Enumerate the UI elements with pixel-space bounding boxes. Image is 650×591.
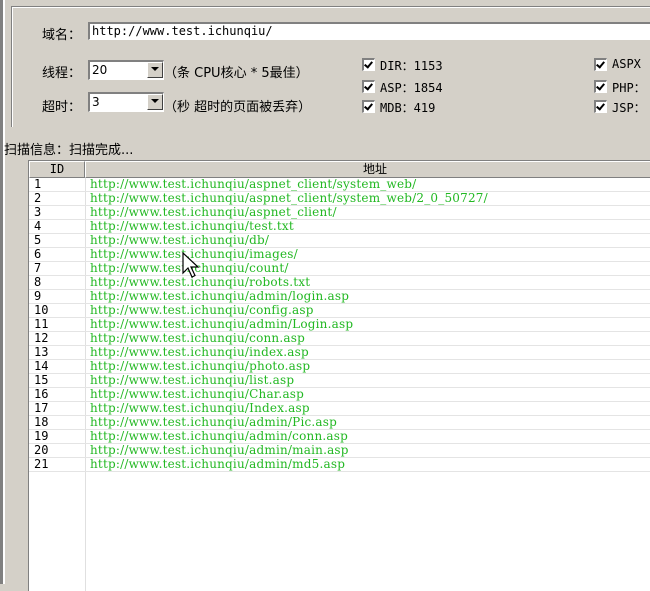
- table-row[interactable]: 14 http://www.test.ichunqiu/photo.asp: [29, 360, 650, 374]
- domain-label: 域名：: [42, 28, 82, 43]
- dict-aspx-label: ASPX: [612, 57, 641, 71]
- row-id: 16: [34, 387, 49, 401]
- table-row[interactable]: 15 http://www.test.ichunqiu/list.asp: [29, 374, 650, 388]
- row-url: http://www.test.ichunqiu/aspnet_client/s…: [90, 191, 488, 205]
- table-row[interactable]: 8 http://www.test.ichunqiu/robots.txt: [29, 276, 650, 290]
- row-id: 6: [34, 247, 42, 261]
- chevron-down-icon: [151, 99, 159, 103]
- table-row[interactable]: 6 http://www.test.ichunqiu/images/: [29, 248, 650, 262]
- table-rows: 1 http://www.test.ichunqiu/aspnet_client/…: [29, 178, 650, 472]
- dict-mdb-label: MDB：419: [380, 101, 436, 115]
- chevron-down-icon: [151, 67, 159, 71]
- row-id: 8: [34, 275, 42, 289]
- table-row[interactable]: 5 http://www.test.ichunqiu/db/: [29, 234, 650, 248]
- timeout-label: 超时：: [42, 100, 82, 115]
- threads-hint: （条 CPU核心 * 5最佳）: [164, 66, 309, 81]
- dict-php-label: PHP：: [612, 81, 646, 95]
- dict-mdb-checkbox[interactable]: [362, 100, 375, 113]
- table-row[interactable]: 10 http://www.test.ichunqiu/config.asp: [29, 304, 650, 318]
- row-url: http://www.test.ichunqiu/Index.asp: [90, 401, 310, 415]
- column-header-id[interactable]: ID: [29, 161, 85, 178]
- table-row[interactable]: 4 http://www.test.ichunqiu/test.txt: [29, 220, 650, 234]
- row-url: http://www.test.ichunqiu/aspnet_client/: [90, 205, 337, 219]
- domain-input[interactable]: http://www.test.ichunqiu/: [88, 22, 650, 40]
- row-url: http://www.test.ichunqiu/admin/login.asp: [90, 289, 350, 303]
- row-url: http://www.test.ichunqiu/admin/Login.asp: [90, 317, 354, 331]
- dict-jsp-label: JSP：: [612, 101, 646, 115]
- table-row[interactable]: 1 http://www.test.ichunqiu/aspnet_client/…: [29, 178, 650, 192]
- row-id: 17: [34, 401, 49, 415]
- window-border-highlight: [3, 0, 5, 584]
- table-row[interactable]: 2 http://www.test.ichunqiu/aspnet_client/…: [29, 192, 650, 206]
- row-id: 18: [34, 415, 49, 429]
- row-url: http://www.test.ichunqiu/Char.asp: [90, 387, 305, 401]
- threads-label: 线程：: [42, 66, 82, 81]
- table-row[interactable]: 9 http://www.test.ichunqiu/admin/login.as…: [29, 290, 650, 304]
- row-id: 19: [34, 429, 49, 443]
- row-url: http://www.test.ichunqiu/photo.asp: [90, 359, 311, 373]
- dict-php-checkbox[interactable]: [594, 80, 607, 93]
- row-url: http://www.test.ichunqiu/admin/Pic.asp: [90, 415, 338, 429]
- threads-select[interactable]: 20: [88, 60, 164, 80]
- row-id: 3: [34, 205, 42, 219]
- table-row[interactable]: 11 http://www.test.ichunqiu/admin/Login.a…: [29, 318, 650, 332]
- row-id: 15: [34, 373, 49, 387]
- threads-value: 20: [92, 63, 108, 77]
- dict-asp-label: ASP：1854: [380, 81, 443, 95]
- timeout-hint: （秒 超时的页面被丢弃）: [164, 100, 312, 115]
- row-id: 21: [34, 457, 49, 471]
- timeout-value: 3: [92, 95, 100, 109]
- row-id: 11: [34, 317, 49, 331]
- row-url: http://www.test.ichunqiu/list.asp: [90, 373, 295, 387]
- row-url: http://www.test.ichunqiu/conn.asp: [90, 331, 305, 345]
- scan-status: 扫描信息：扫描完成...: [4, 143, 134, 158]
- row-id: 5: [34, 233, 42, 247]
- dict-aspx-checkbox[interactable]: [594, 58, 607, 71]
- row-url: http://www.test.ichunqiu/admin/conn.asp: [90, 429, 348, 443]
- mouse-cursor-icon: [182, 252, 200, 278]
- table-row[interactable]: 7http://www.test.ichunqiu/count/: [29, 262, 650, 276]
- row-id: 4: [34, 219, 42, 233]
- table-row[interactable]: 13 http://www.test.ichunqiu/index.asp: [29, 346, 650, 360]
- row-id: 12: [34, 331, 49, 345]
- row-id: 1: [34, 177, 42, 191]
- row-url: http://www.test.ichunqiu/admin/md5.asp: [90, 457, 346, 471]
- row-id: 2: [34, 191, 42, 205]
- dict-dir-label: DIR：1153: [380, 59, 443, 73]
- threads-dropdown-button[interactable]: [147, 62, 163, 78]
- row-url: http://www.test.ichunqiu/index.asp: [90, 345, 309, 359]
- results-table[interactable]: ID 地址 1 http://www.test.ichunqiu/aspnet_c…: [28, 160, 650, 591]
- dict-jsp-checkbox[interactable]: [594, 100, 607, 113]
- row-id: 9: [34, 289, 42, 303]
- row-url: http://www.test.ichunqiu/config.asp: [90, 303, 314, 317]
- row-url: http://www.test.ichunqiu/admin/main.asp: [90, 443, 349, 457]
- table-row[interactable]: 19 http://www.test.ichunqiu/admin/conn.as…: [29, 430, 650, 444]
- table-row[interactable]: 17 http://www.test.ichunqiu/Index.asp: [29, 402, 650, 416]
- table-row[interactable]: 16 http://www.test.ichunqiu/Char.asp: [29, 388, 650, 402]
- row-id: 10: [34, 303, 49, 317]
- table-row[interactable]: 18 http://www.test.ichunqiu/admin/Pic.asp: [29, 416, 650, 430]
- column-header-url[interactable]: 地址: [85, 161, 650, 178]
- row-url: http://www.test.ichunqiu/aspnet_client/s…: [90, 177, 417, 191]
- row-url: http://www.test.ichunqiu/test.txt: [90, 219, 294, 233]
- dict-asp-checkbox[interactable]: [362, 80, 375, 93]
- table-row[interactable]: 12 http://www.test.ichunqiu/conn.asp: [29, 332, 650, 346]
- timeout-select[interactable]: 3: [88, 92, 164, 112]
- row-id: 7: [34, 261, 42, 275]
- table-row[interactable]: 21 http://www.test.ichunqiu/admin/md5.asp: [29, 458, 650, 472]
- timeout-dropdown-button[interactable]: [147, 94, 163, 110]
- row-url: http://www.test.ichunqiu/db/: [90, 233, 270, 247]
- dict-dir-checkbox[interactable]: [362, 58, 375, 71]
- row-id: 13: [34, 345, 49, 359]
- row-id: 14: [34, 359, 49, 373]
- table-row[interactable]: 3 http://www.test.ichunqiu/aspnet_client/: [29, 206, 650, 220]
- row-id: 20: [34, 443, 49, 457]
- table-row[interactable]: 20 http://www.test.ichunqiu/admin/main.as…: [29, 444, 650, 458]
